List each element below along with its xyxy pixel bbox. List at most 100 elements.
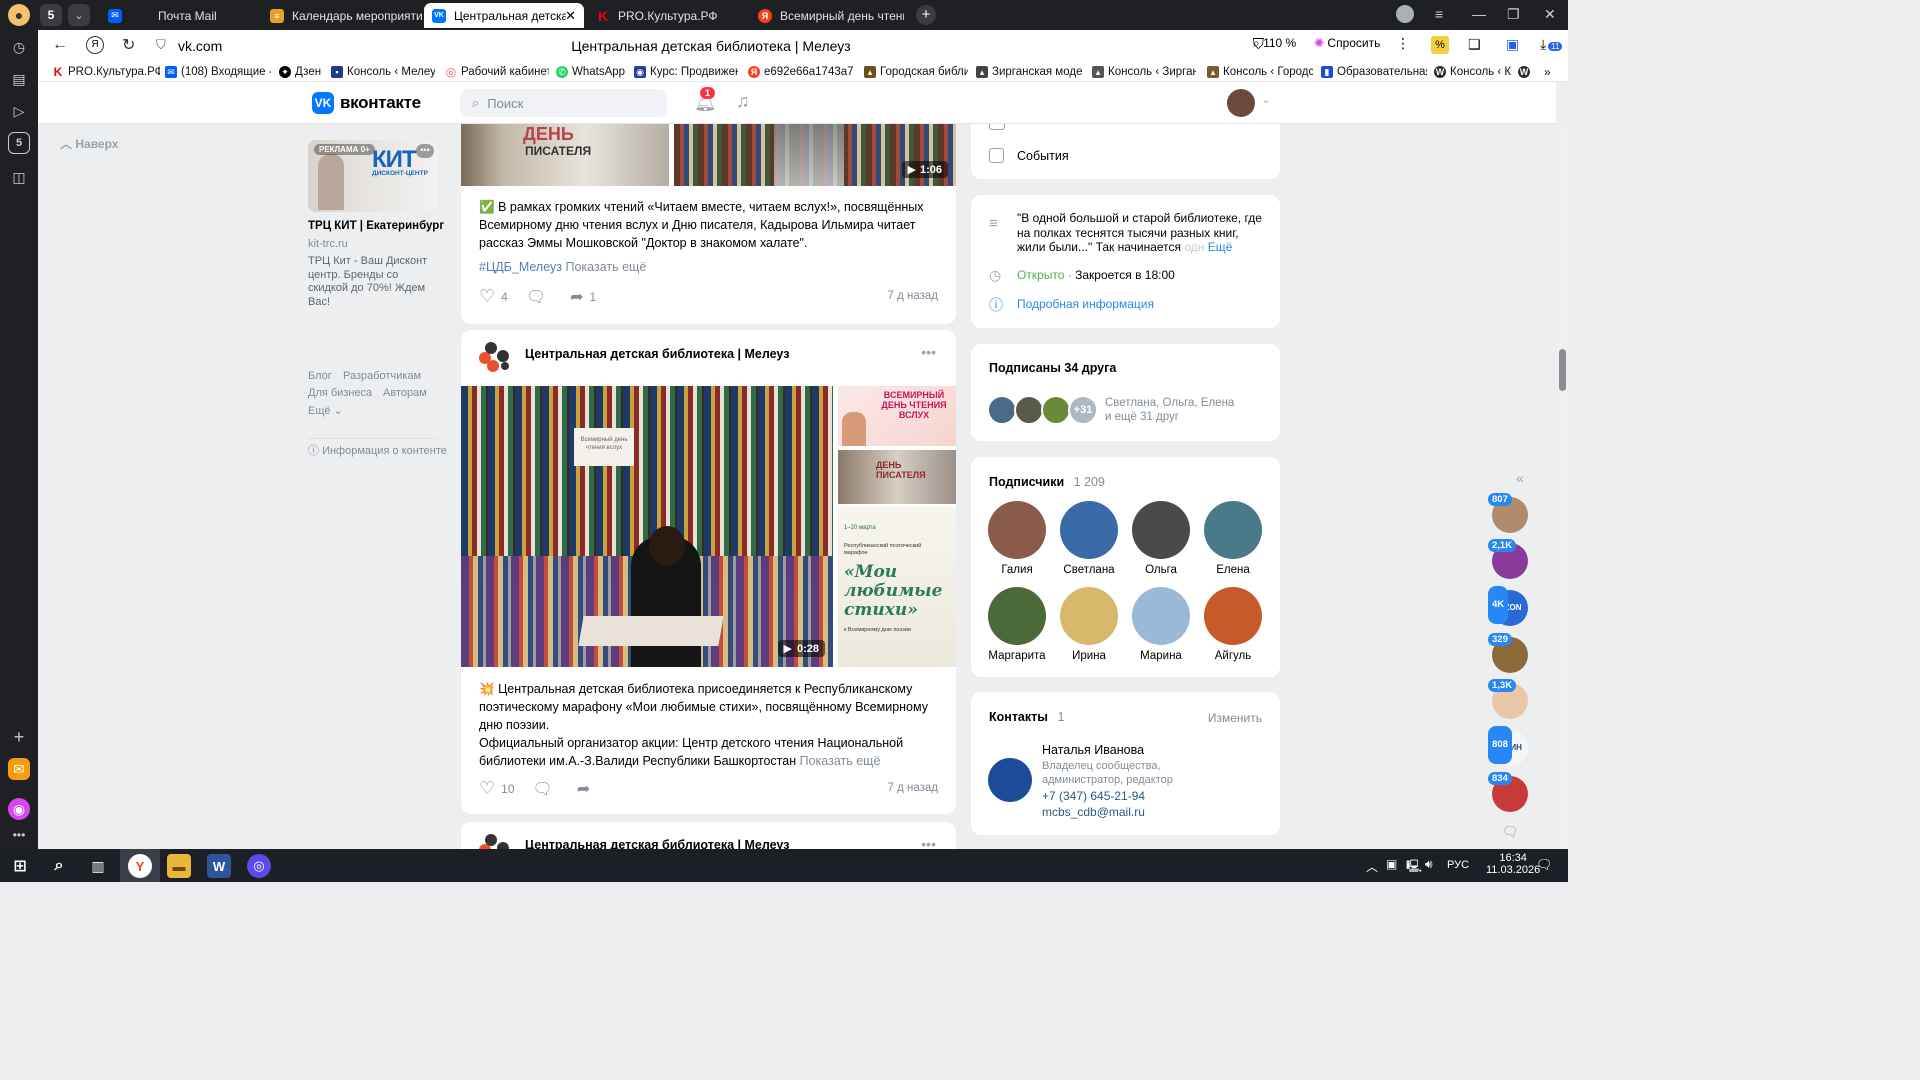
bookmark-item[interactable]: ✆ WhatsApp: [556, 64, 628, 80]
chevron-down-icon[interactable]: ⌄: [68, 4, 90, 26]
comment-icon[interactable]: 🗨︎: [533, 779, 553, 799]
subscriber-avatar[interactable]: [1060, 587, 1118, 645]
bookmark-item[interactable]: ▴ Консоль ‹ Зирган: [1092, 64, 1196, 80]
alice-icon[interactable]: ◉: [8, 798, 30, 820]
subscriber-name[interactable]: Ирина: [1054, 650, 1124, 662]
screenshot-icon[interactable]: ◫: [8, 166, 30, 188]
bookmark-item[interactable]: ◎ Рабочий кабинет: [445, 64, 549, 80]
contacts-header[interactable]: Контакты 1: [989, 710, 1064, 724]
chat-avatar-miin[interactable]: 808МИИН: [1488, 726, 1528, 766]
like-icon[interactable]: ♡: [479, 286, 495, 307]
post1-video[interactable]: ▶ 1:06: [674, 124, 956, 186]
chat-avatar[interactable]: 834: [1488, 772, 1528, 812]
discount-ext-icon[interactable]: %: [1431, 36, 1449, 54]
edit-contacts-button[interactable]: Изменить: [1208, 711, 1262, 725]
more-friends-count[interactable]: +31: [1068, 395, 1098, 425]
subscriber-avatar[interactable]: [988, 587, 1046, 645]
content-info-link[interactable]: ⓘ Информация о контенте: [308, 442, 447, 458]
ad-domain[interactable]: kit-trc.ru: [308, 238, 348, 250]
chat-avatar[interactable]: 807: [1488, 493, 1528, 533]
notifications-icon[interactable]: 🗨︎ 2: [1536, 857, 1553, 873]
close-tab-icon[interactable]: ✕: [565, 8, 576, 24]
tray-chevron-icon[interactable]: ︿: [1366, 858, 1378, 875]
post2-thumb-2[interactable]: ДЕНЬ ПИСАТЕЛЯ: [838, 450, 956, 504]
reload-icon[interactable]: ↻: [122, 35, 135, 55]
chat-avatar[interactable]: 2,1K: [1488, 539, 1528, 579]
profile-icon[interactable]: ●: [8, 4, 30, 26]
subscriber-name[interactable]: Ольга: [1126, 564, 1196, 576]
task-view-icon[interactable]: ▥: [86, 854, 110, 878]
more-dots-icon[interactable]: •••: [8, 824, 30, 846]
music-icon[interactable]: ♫: [736, 91, 750, 112]
subscriber-avatar[interactable]: [1204, 587, 1262, 645]
input-language[interactable]: РУС: [1447, 859, 1469, 871]
chat-avatar[interactable]: 329: [1488, 633, 1528, 673]
bookmark-item[interactable]: ▪ Консоль ‹ Мелеуз: [331, 64, 435, 80]
more-vertical-icon[interactable]: ⋮: [1396, 35, 1410, 52]
post1-image-1[interactable]: ДЕНЬ ПИСАТЕЛЯ: [461, 124, 669, 186]
zoom-indicator[interactable]: ⌕ 110 %: [1253, 36, 1296, 51]
video-icon[interactable]: ▷: [8, 100, 30, 122]
user-avatar[interactable]: [1227, 89, 1255, 117]
subscriber-avatar[interactable]: [1132, 501, 1190, 559]
ad-title[interactable]: ТРЦ КИТ | Екатеринбург: [308, 220, 444, 232]
bookmark-item[interactable]: ▴ Городская библи: [864, 64, 968, 80]
share-icon[interactable]: ➦: [577, 779, 590, 799]
yandex-browser-icon[interactable]: Y: [128, 854, 152, 878]
file-explorer-icon[interactable]: ▬: [167, 854, 191, 878]
friend-avatar[interactable]: [1041, 395, 1071, 425]
friends-names[interactable]: Светлана, Ольга, Елена и ещё 31 друг: [1105, 396, 1234, 424]
subscriber-avatar[interactable]: [988, 501, 1046, 559]
contact-avatar[interactable]: [988, 758, 1032, 802]
post2-thumb-3[interactable]: 1–20 марта Республиканский поэтический м…: [838, 507, 956, 667]
ad-image[interactable]: РЕКЛАМА 0+ КИТ ДИСКОНТ-ЦЕНТР •••: [308, 140, 438, 212]
restore-icon[interactable]: ❐: [1507, 6, 1520, 23]
bookmark-item[interactable]: K PRO.Культура.РФ: [52, 64, 160, 80]
bookmark-item[interactable]: W: [1518, 64, 1532, 80]
page-scrollbar[interactable]: [1557, 124, 1568, 849]
mail-app-icon[interactable]: ✉: [8, 758, 30, 780]
friends-title[interactable]: Подписаны 34 друга: [989, 361, 1116, 375]
bookmark-item[interactable]: ◉ Курс: Продвижен: [634, 64, 738, 80]
tab-calendar[interactable]: ≡ Календарь мероприятий: [262, 3, 422, 28]
subscriber-name[interactable]: Галия: [982, 564, 1052, 576]
like-icon[interactable]: ♡: [479, 778, 495, 799]
clock[interactable]: 16:34 11.03.2026: [1486, 852, 1540, 876]
post2-time[interactable]: 7 д назад: [888, 782, 939, 794]
bookmark-item[interactable]: ▮ Образовательная: [1321, 64, 1427, 80]
group-avatar[interactable]: [479, 342, 513, 376]
close-window-icon[interactable]: ✕: [1544, 6, 1556, 23]
footer-link-more[interactable]: Ещё ⌄: [308, 404, 343, 417]
vk-logo[interactable]: VK вконтакте: [312, 92, 421, 114]
downloads-icon[interactable]: ⤓ 11: [1540, 36, 1563, 53]
share-icon[interactable]: ➦: [570, 287, 583, 307]
chat-avatar-ozon[interactable]: 4K OZON: [1488, 586, 1528, 626]
footer-link-dev[interactable]: Разработчикам: [343, 370, 421, 382]
tray-app-icon[interactable]: ▣: [1386, 857, 1397, 871]
show-more-link[interactable]: Показать ещё: [565, 260, 646, 274]
new-tab-button[interactable]: +: [916, 5, 936, 25]
windows-start-icon[interactable]: ⊞: [8, 854, 32, 878]
events-link[interactable]: События: [1017, 149, 1069, 163]
friend-avatar[interactable]: [987, 395, 1017, 425]
tab-yandex[interactable]: Я Всемирный день чтения: [750, 3, 912, 28]
post2-author[interactable]: Центральная детская библиотека | Мелеуз: [525, 347, 789, 361]
messages-icon[interactable]: 🗨︎: [1502, 824, 1519, 840]
footer-link-biz[interactable]: Для бизнеса: [308, 387, 372, 399]
subscribers-header[interactable]: Подписчики 1 209: [989, 475, 1105, 489]
details-link[interactable]: Подробная информация: [1017, 297, 1154, 311]
tab-count-icon[interactable]: 5: [8, 132, 30, 154]
tab-counter[interactable]: 5: [40, 4, 62, 26]
chevron-down-icon[interactable]: ⌄: [1262, 95, 1270, 106]
hashtag-link[interactable]: #ЦДБ_Мелеуз: [479, 260, 562, 274]
ad-text[interactable]: ТРЦ Кит - Ваш Дисконт центр. Бренды со с…: [308, 255, 438, 309]
description-more-link[interactable]: Ещё: [1208, 240, 1233, 254]
subscriber-name[interactable]: Светлана: [1054, 564, 1124, 576]
subscriber-name[interactable]: Айгуль: [1198, 650, 1268, 662]
back-to-top-button[interactable]: ︿ Наверх: [60, 135, 118, 152]
post2-video[interactable]: Всемирный день чтения вслух ▶ 0:28: [461, 386, 833, 667]
scrollbar-thumb[interactable]: [1559, 349, 1566, 391]
ask-alice-button[interactable]: ✺ Спросить: [1314, 36, 1380, 50]
subscriber-avatar[interactable]: [1060, 501, 1118, 559]
collapse-chats-icon[interactable]: «: [1516, 470, 1524, 486]
